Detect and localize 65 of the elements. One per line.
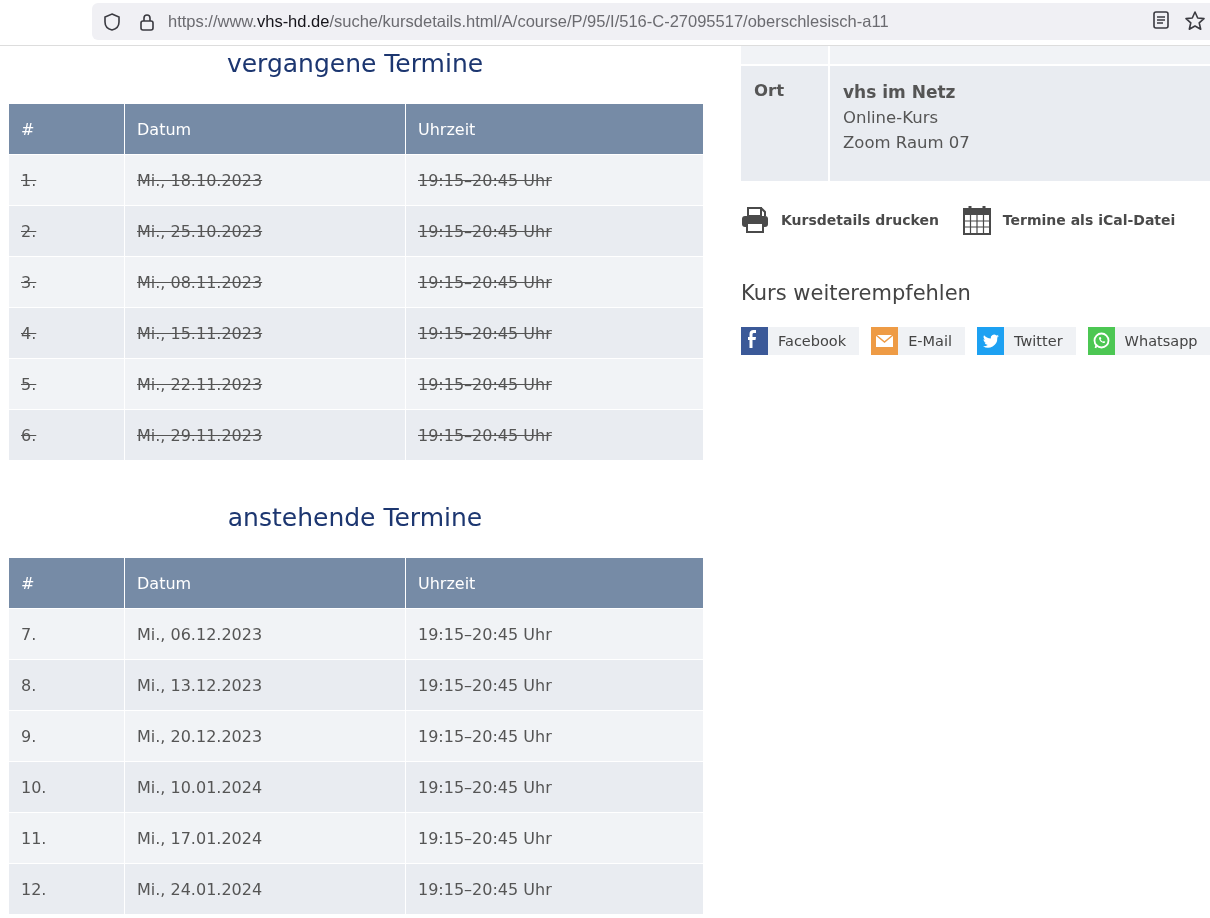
table-cell: 6.: [9, 410, 124, 460]
table-cell: Mi., 08.11.2023: [125, 257, 405, 307]
ical-link[interactable]: Termine als iCal-Datei: [962, 205, 1176, 235]
table-cell: Mi., 10.01.2024: [125, 762, 405, 812]
table-cell: Mi., 25.10.2023: [125, 206, 405, 256]
table-cell: Mi., 20.12.2023: [125, 711, 405, 761]
table-cell: 11.: [9, 813, 124, 863]
venue-line: Online-Kurs: [843, 107, 939, 129]
column-header: Uhrzeit: [406, 104, 703, 154]
share-button[interactable]: Twitter: [977, 327, 1076, 355]
table-cell: 7.: [9, 609, 124, 659]
address-bar[interactable]: https://www.vhs-hd.de/suche/kursdetails.html/A/course/P/95/I/516-C-27095517/oberschlesisch-a11: [92, 3, 1210, 40]
section-heading: vergangene Termine: [225, 48, 485, 80]
column-header: Datum: [125, 104, 405, 154]
section-heading: Kurs weiterempfehlen: [741, 281, 972, 305]
printer-icon: [741, 207, 769, 233]
table-cell: 19:15–20:45 Uhr: [406, 308, 703, 358]
column-header: Uhrzeit: [406, 558, 703, 608]
table-cell: 19:15–20:45 Uhr: [406, 155, 703, 205]
lock-icon[interactable]: [138, 11, 156, 32]
column-header: #: [9, 104, 124, 154]
table-cell: 10.: [9, 762, 124, 812]
table-cell: 19:15–20:45 Uhr: [406, 410, 703, 460]
venue-name: vhs im Netz: [843, 81, 957, 104]
share-button[interactable]: Facebook: [741, 327, 860, 355]
print-label: Kursdetails drucken: [781, 212, 939, 228]
table-cell: Mi., 15.11.2023: [125, 308, 405, 358]
table-cell: 1.: [9, 155, 124, 205]
table-cell: 12.: [9, 864, 124, 914]
table-cell: 19:15–20:45 Uhr: [406, 762, 703, 812]
table-cell: 9.: [9, 711, 124, 761]
url-text[interactable]: https://www.vhs-hd.de/suche/kursdetails.html/A/course/P/95/I/516-C-27095517/oberschlesisch-a11: [168, 12, 889, 31]
share-button[interactable]: Whatsapp: [1087, 327, 1210, 355]
table-cell: 19:15–20:45 Uhr: [406, 813, 703, 863]
shield-icon[interactable]: [102, 11, 122, 32]
table-cell: 19:15–20:45 Uhr: [406, 609, 703, 659]
venue-line: Zoom Raum 07: [843, 132, 971, 154]
print-link[interactable]: Kursdetails drucken: [741, 207, 939, 233]
table-cell: 19:15–20:45 Uhr: [406, 257, 703, 307]
table-cell: 19:15–20:45 Uhr: [406, 660, 703, 710]
table-cell: Mi., 17.01.2024: [125, 813, 405, 863]
table-cell: Mi., 22.11.2023: [125, 359, 405, 409]
table-cell: 19:15–20:45 Uhr: [406, 359, 703, 409]
column-header: Datum: [125, 558, 405, 608]
detail-label: Ort: [741, 66, 828, 181]
table-cell: Mi., 29.11.2023: [125, 410, 405, 460]
table-cell: Mi., 18.10.2023: [125, 155, 405, 205]
table-cell: 4.: [9, 308, 124, 358]
table-cell: 19:15–20:45 Uhr: [406, 711, 703, 761]
reader-view-icon[interactable]: [1152, 10, 1170, 30]
table-cell: 2.: [9, 206, 124, 256]
table-cell: Mi., 13.12.2023: [125, 660, 405, 710]
table-cell: 19:15–20:45 Uhr: [406, 206, 703, 256]
calendar-icon: [962, 205, 991, 235]
star-icon[interactable]: [1184, 10, 1206, 32]
table-cell: 3.: [9, 257, 124, 307]
table-cell: Mi., 06.12.2023: [125, 609, 405, 659]
table-cell: 5.: [9, 359, 124, 409]
column-header: #: [9, 558, 124, 608]
table-cell: 8.: [9, 660, 124, 710]
table-cell: Mi., 24.01.2024: [125, 864, 405, 914]
section-heading: anstehende Termine: [226, 502, 484, 534]
table-cell: 19:15–20:45 Uhr: [406, 864, 703, 914]
ical-label: Termine als iCal-Datei: [1002, 212, 1176, 228]
share-button[interactable]: E-Mail: [871, 327, 965, 355]
